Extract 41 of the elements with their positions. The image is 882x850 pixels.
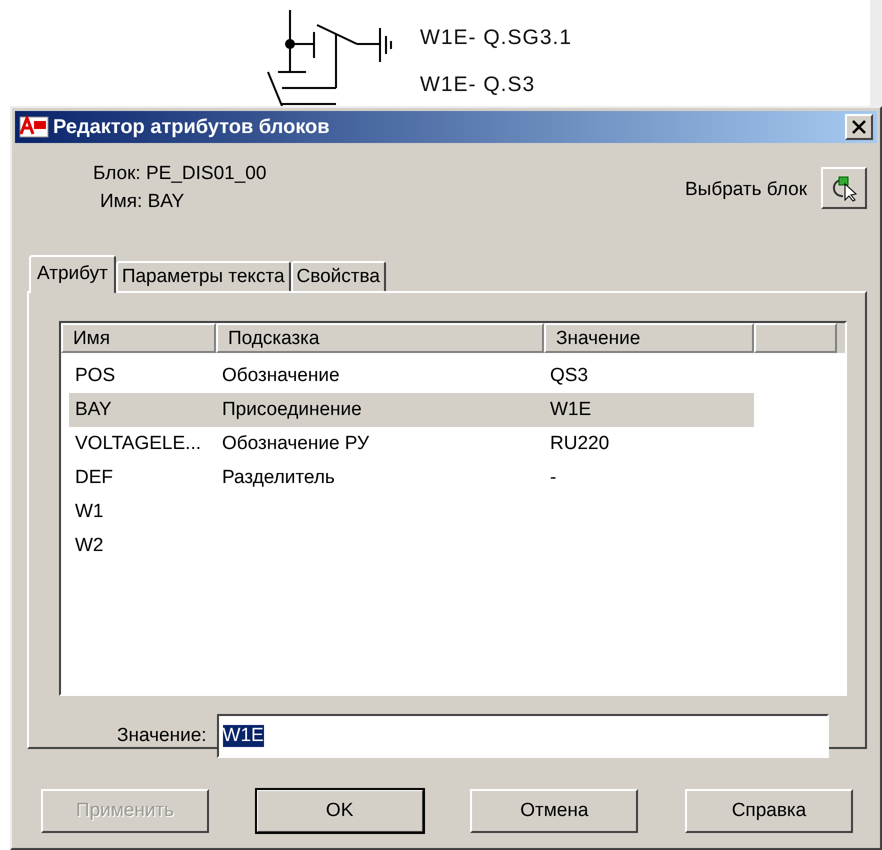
- table-cell-text: -: [549, 467, 558, 489]
- tab[interactable]: Свойства: [290, 261, 386, 291]
- tab[interactable]: Параметры текста: [116, 261, 291, 291]
- table-cell-text: POS: [74, 365, 116, 387]
- dialog-button[interactable]: OK: [256, 789, 424, 833]
- window-title: Редактор атрибутов блоков: [53, 116, 330, 138]
- table-cell-text: DEF: [74, 467, 114, 489]
- drawing-label: W1E- Q.SG3.1: [420, 26, 572, 50]
- pick-block-button[interactable]: [821, 167, 867, 209]
- value-label: Значение:: [117, 725, 207, 747]
- table-cell-text: BAY: [74, 399, 113, 421]
- close-icon: [852, 120, 866, 134]
- table-cell-text: RU220: [549, 433, 610, 455]
- table-cell-text: Присоединение: [221, 399, 363, 421]
- table-cell-text: Разделитель: [221, 467, 336, 489]
- table-cell-text: Обозначение РУ: [221, 433, 370, 455]
- close-button[interactable]: [845, 114, 873, 140]
- table-row[interactable]: W1: [69, 495, 754, 529]
- app-icon: [19, 116, 49, 138]
- table-cell-text: W1E: [549, 399, 592, 421]
- table-row[interactable]: POS Обозначение QS3: [69, 359, 754, 393]
- table-row[interactable]: W2: [69, 529, 754, 563]
- table-cell-text: Обозначение: [221, 365, 341, 387]
- attribute-name-text: Имя: BAY: [99, 191, 186, 213]
- table-row[interactable]: VOLTAGELE... Обозначение РУ RU220: [69, 427, 754, 461]
- column-header[interactable]: Подсказка: [216, 323, 544, 353]
- tab[interactable]: Атрибут: [29, 255, 116, 293]
- table-cell-text: QS3: [549, 365, 590, 387]
- drawing-label: W1E- Q.S3: [420, 73, 536, 97]
- table-cell-text: W1: [74, 501, 104, 523]
- dialog-button[interactable]: Отмена: [470, 789, 638, 833]
- column-header[interactable]: Значение: [544, 323, 754, 353]
- table-row[interactable]: DEF Разделитель -: [69, 461, 754, 495]
- column-header[interactable]: Имя: [61, 323, 216, 353]
- table-cell-text: VOLTAGELE...: [74, 433, 202, 455]
- table-cell-text: W2: [74, 535, 104, 557]
- dialog-button[interactable]: Справка: [684, 789, 853, 833]
- table-row[interactable]: BAY Присоединение W1E: [69, 393, 754, 427]
- value-field[interactable]: W1E: [216, 714, 829, 758]
- block-name-text: Блок: PE_DIS01_00: [93, 163, 266, 185]
- pick-block-label: Выбрать блок: [684, 179, 807, 201]
